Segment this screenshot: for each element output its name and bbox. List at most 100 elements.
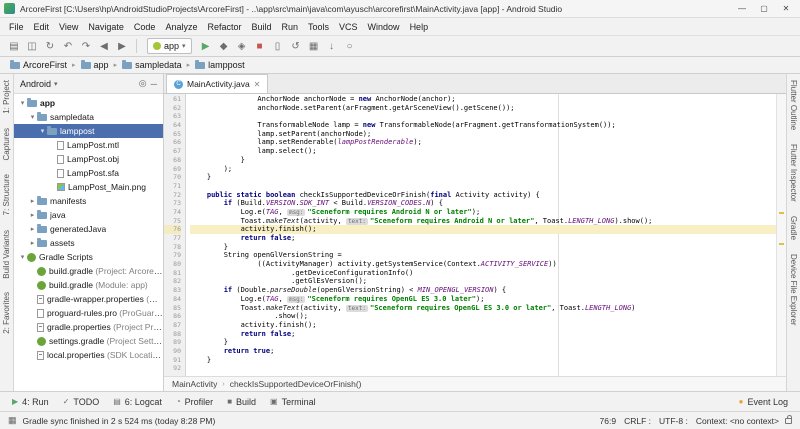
menu-item-help[interactable]: Help (405, 20, 434, 34)
readonly-lock-icon[interactable] (785, 418, 792, 424)
toolwindow-todo[interactable]: ✓TODO (57, 395, 106, 409)
code-line[interactable]: ); (190, 165, 776, 174)
editor-breadcrumb-item[interactable]: MainActivity (172, 379, 217, 389)
code-line[interactable]: activity.finish(); (190, 225, 776, 234)
toolstrip-tab----structure[interactable]: 7: Structure (2, 174, 11, 215)
tree-closed-arrow-icon[interactable]: ▸ (28, 239, 37, 247)
breadcrumb-item-app[interactable]: app (79, 59, 111, 71)
tree-item-gradle-wrapper.properties[interactable]: gradle-wrapper.properties (Gra... (14, 292, 163, 306)
encoding[interactable]: UTF-8 : (659, 416, 688, 426)
context[interactable]: Context: <no context> (696, 416, 779, 426)
code-line[interactable]: Log.e(TAG, msg:"Sceneform requires OpenG… (190, 295, 776, 304)
code-line[interactable] (190, 112, 776, 121)
breadcrumb-item-lamppost[interactable]: lamppost (193, 59, 247, 71)
tree-item-gradle.properties[interactable]: gradle.properties (Project Prope... (14, 320, 163, 334)
toolstrip-tab-flutter-outline[interactable]: Flutter Outline (789, 80, 798, 130)
avd-manager-icon[interactable]: ▦ (306, 38, 322, 54)
tree-item-sampledata[interactable]: ▾sampledata (14, 110, 163, 124)
code-line[interactable]: anchorNode.setParent(arFragment.getArSce… (190, 104, 776, 113)
code-line[interactable] (190, 364, 776, 373)
code-line[interactable]: String openGlVersionString = (190, 251, 776, 260)
tree-open-arrow-icon[interactable]: ▾ (28, 113, 37, 121)
tree-item-app[interactable]: ▾app (14, 96, 163, 110)
code-line[interactable]: return true; (190, 347, 776, 356)
toolwindow-profiler[interactable]: ◔Profiler (170, 395, 219, 409)
redo-icon[interactable]: ↷ (78, 38, 94, 54)
search-everywhere-icon[interactable]: ○ (342, 38, 358, 54)
code-line[interactable]: public static boolean checkIsSupportedDe… (190, 191, 776, 200)
tree-item-lamppost[interactable]: ▾lamppost (14, 124, 163, 138)
toolstrip-tab----favorites[interactable]: 2: Favorites (2, 292, 11, 334)
refresh-icon[interactable]: ↻ (42, 38, 58, 54)
tree-item-manifests[interactable]: ▸manifests (14, 194, 163, 208)
code-line[interactable]: Toast.makeText(activity, text:"Sceneform… (190, 304, 776, 313)
code-line[interactable]: AnchorNode anchorNode = new AnchorNode(a… (190, 95, 776, 104)
close-button[interactable]: ✕ (776, 4, 796, 13)
code-line[interactable] (190, 182, 776, 191)
code-line[interactable]: lamp.select(); (190, 147, 776, 156)
device-manager-icon[interactable]: ▯ (270, 38, 286, 54)
tree-item-lamppost_main.png[interactable]: LampPost_Main.png (14, 180, 163, 194)
hide-panel-icon[interactable]: ─ (151, 79, 157, 89)
tree-item-local.properties[interactable]: local.properties (SDK Location) (14, 348, 163, 362)
toolstrip-tab-gradle[interactable]: Gradle (789, 216, 798, 240)
menu-item-build[interactable]: Build (246, 20, 276, 34)
maximize-button[interactable]: ▢ (754, 4, 774, 13)
code-line[interactable]: } (190, 156, 776, 165)
code-line[interactable]: .getDeviceConfigurationInfo() (190, 269, 776, 278)
gradle-sync-icon[interactable]: ↺ (288, 38, 304, 54)
editor-gutter[interactable]: 6162636465666768697071727374757677787980… (164, 94, 186, 376)
menu-item-navigate[interactable]: Navigate (83, 20, 129, 34)
tree-item-proguard-rules.pro[interactable]: proguard-rules.pro (ProGuard R... (14, 306, 163, 320)
tree-item-build.gradle[interactable]: build.gradle (Module: app) (14, 278, 163, 292)
toolwindow-logcat[interactable]: ▤6: Logcat (107, 395, 168, 409)
menu-item-file[interactable]: File (4, 20, 29, 34)
tree-closed-arrow-icon[interactable]: ▸ (28, 225, 37, 233)
breadcrumb-item-arcorefirst[interactable]: ArcoreFirst (8, 59, 69, 71)
debug-icon[interactable]: ◆ (216, 38, 232, 54)
menu-item-edit[interactable]: Edit (29, 20, 55, 34)
code-line[interactable]: } (190, 173, 776, 182)
code-line[interactable]: ((ActivityManager) activity.getSystemSer… (190, 260, 776, 269)
toolwindow-terminal[interactable]: ▣Terminal (264, 395, 322, 409)
tree-open-arrow-icon[interactable]: ▾ (38, 127, 47, 135)
warning-stripe-mark[interactable] (779, 212, 784, 214)
tree-closed-arrow-icon[interactable]: ▸ (28, 197, 37, 205)
menu-item-refactor[interactable]: Refactor (202, 20, 246, 34)
code-line[interactable]: .getGlEsVersion(); (190, 277, 776, 286)
menu-item-window[interactable]: Window (363, 20, 405, 34)
tree-open-arrow-icon[interactable]: ▾ (18, 253, 27, 261)
back-icon[interactable]: ◀ (96, 38, 112, 54)
tree-item-build.gradle[interactable]: build.gradle (Project: ArcoreFirst) (14, 264, 163, 278)
tree-item-settings.gradle[interactable]: settings.gradle (Project Settings) (14, 334, 163, 348)
code-line[interactable]: Toast.makeText(activity, text:"Sceneform… (190, 217, 776, 226)
menu-item-analyze[interactable]: Analyze (160, 20, 202, 34)
code-line[interactable]: } (190, 243, 776, 252)
menu-item-run[interactable]: Run (277, 20, 304, 34)
menu-item-tools[interactable]: Tools (303, 20, 334, 34)
breadcrumb-item-sampledata[interactable]: sampledata (120, 59, 184, 71)
tree-item-java[interactable]: ▸java (14, 208, 163, 222)
tree-item-gradle scripts[interactable]: ▾Gradle Scripts (14, 250, 163, 264)
tree-item-lamppost.mtl[interactable]: LampPost.mtl (14, 138, 163, 152)
code-line[interactable]: if (Build.VERSION.SDK_INT < Build.VERSIO… (190, 199, 776, 208)
toolwindow-build[interactable]: ■Build (221, 395, 262, 409)
run-icon[interactable]: ▶ (198, 38, 214, 54)
tree-item-lamppost.obj[interactable]: LampPost.obj (14, 152, 163, 166)
tree-item-assets[interactable]: ▸assets (14, 236, 163, 250)
run-configuration-select[interactable]: app ▾ (147, 38, 192, 54)
open-icon[interactable]: ▤ (6, 38, 22, 54)
settings-gear-icon[interactable]: ◎ (139, 78, 147, 89)
tree-closed-arrow-icon[interactable]: ▸ (28, 211, 37, 219)
code-line[interactable]: .show(); (190, 312, 776, 321)
sdk-manager-icon[interactable]: ↓ (324, 38, 340, 54)
caret-position[interactable]: 76:9 (600, 416, 617, 426)
code-line[interactable]: return false; (190, 330, 776, 339)
toolwindow-toggle-icon[interactable]: ▦ (8, 415, 17, 426)
undo-icon[interactable]: ↶ (60, 38, 76, 54)
code-line[interactable]: lamp.setParent(anchorNode); (190, 130, 776, 139)
event-log[interactable]: ●Event Log (733, 395, 794, 409)
toolstrip-tab-flutter-inspector[interactable]: Flutter Inspector (789, 144, 798, 202)
warning-stripe-mark[interactable] (779, 243, 784, 245)
menu-item-vcs[interactable]: VCS (334, 20, 363, 34)
